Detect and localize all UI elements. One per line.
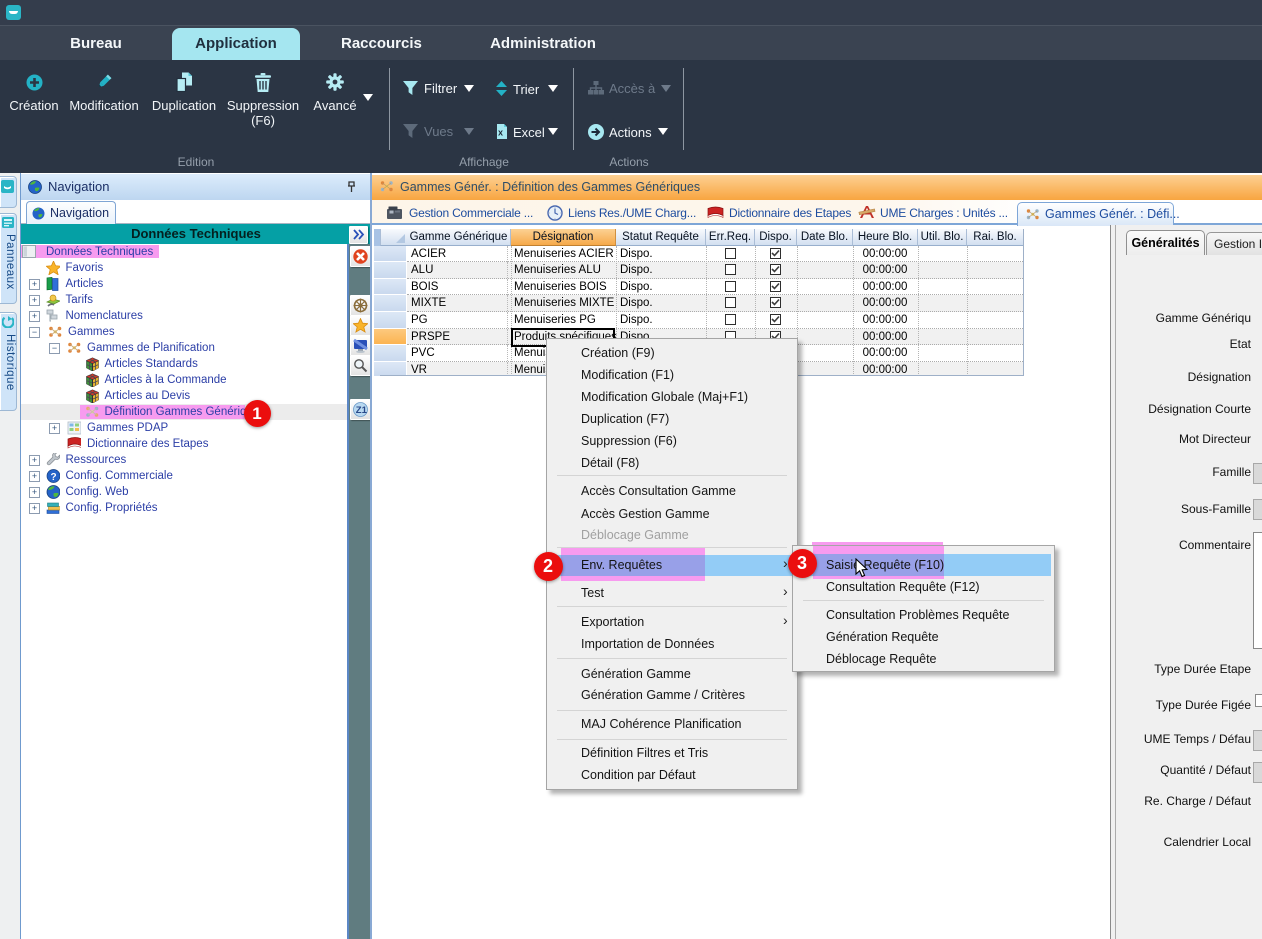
svg-text:x: x — [498, 128, 503, 138]
svg-text:Z1: Z1 — [356, 405, 368, 416]
svg-text:?: ? — [50, 472, 56, 483]
